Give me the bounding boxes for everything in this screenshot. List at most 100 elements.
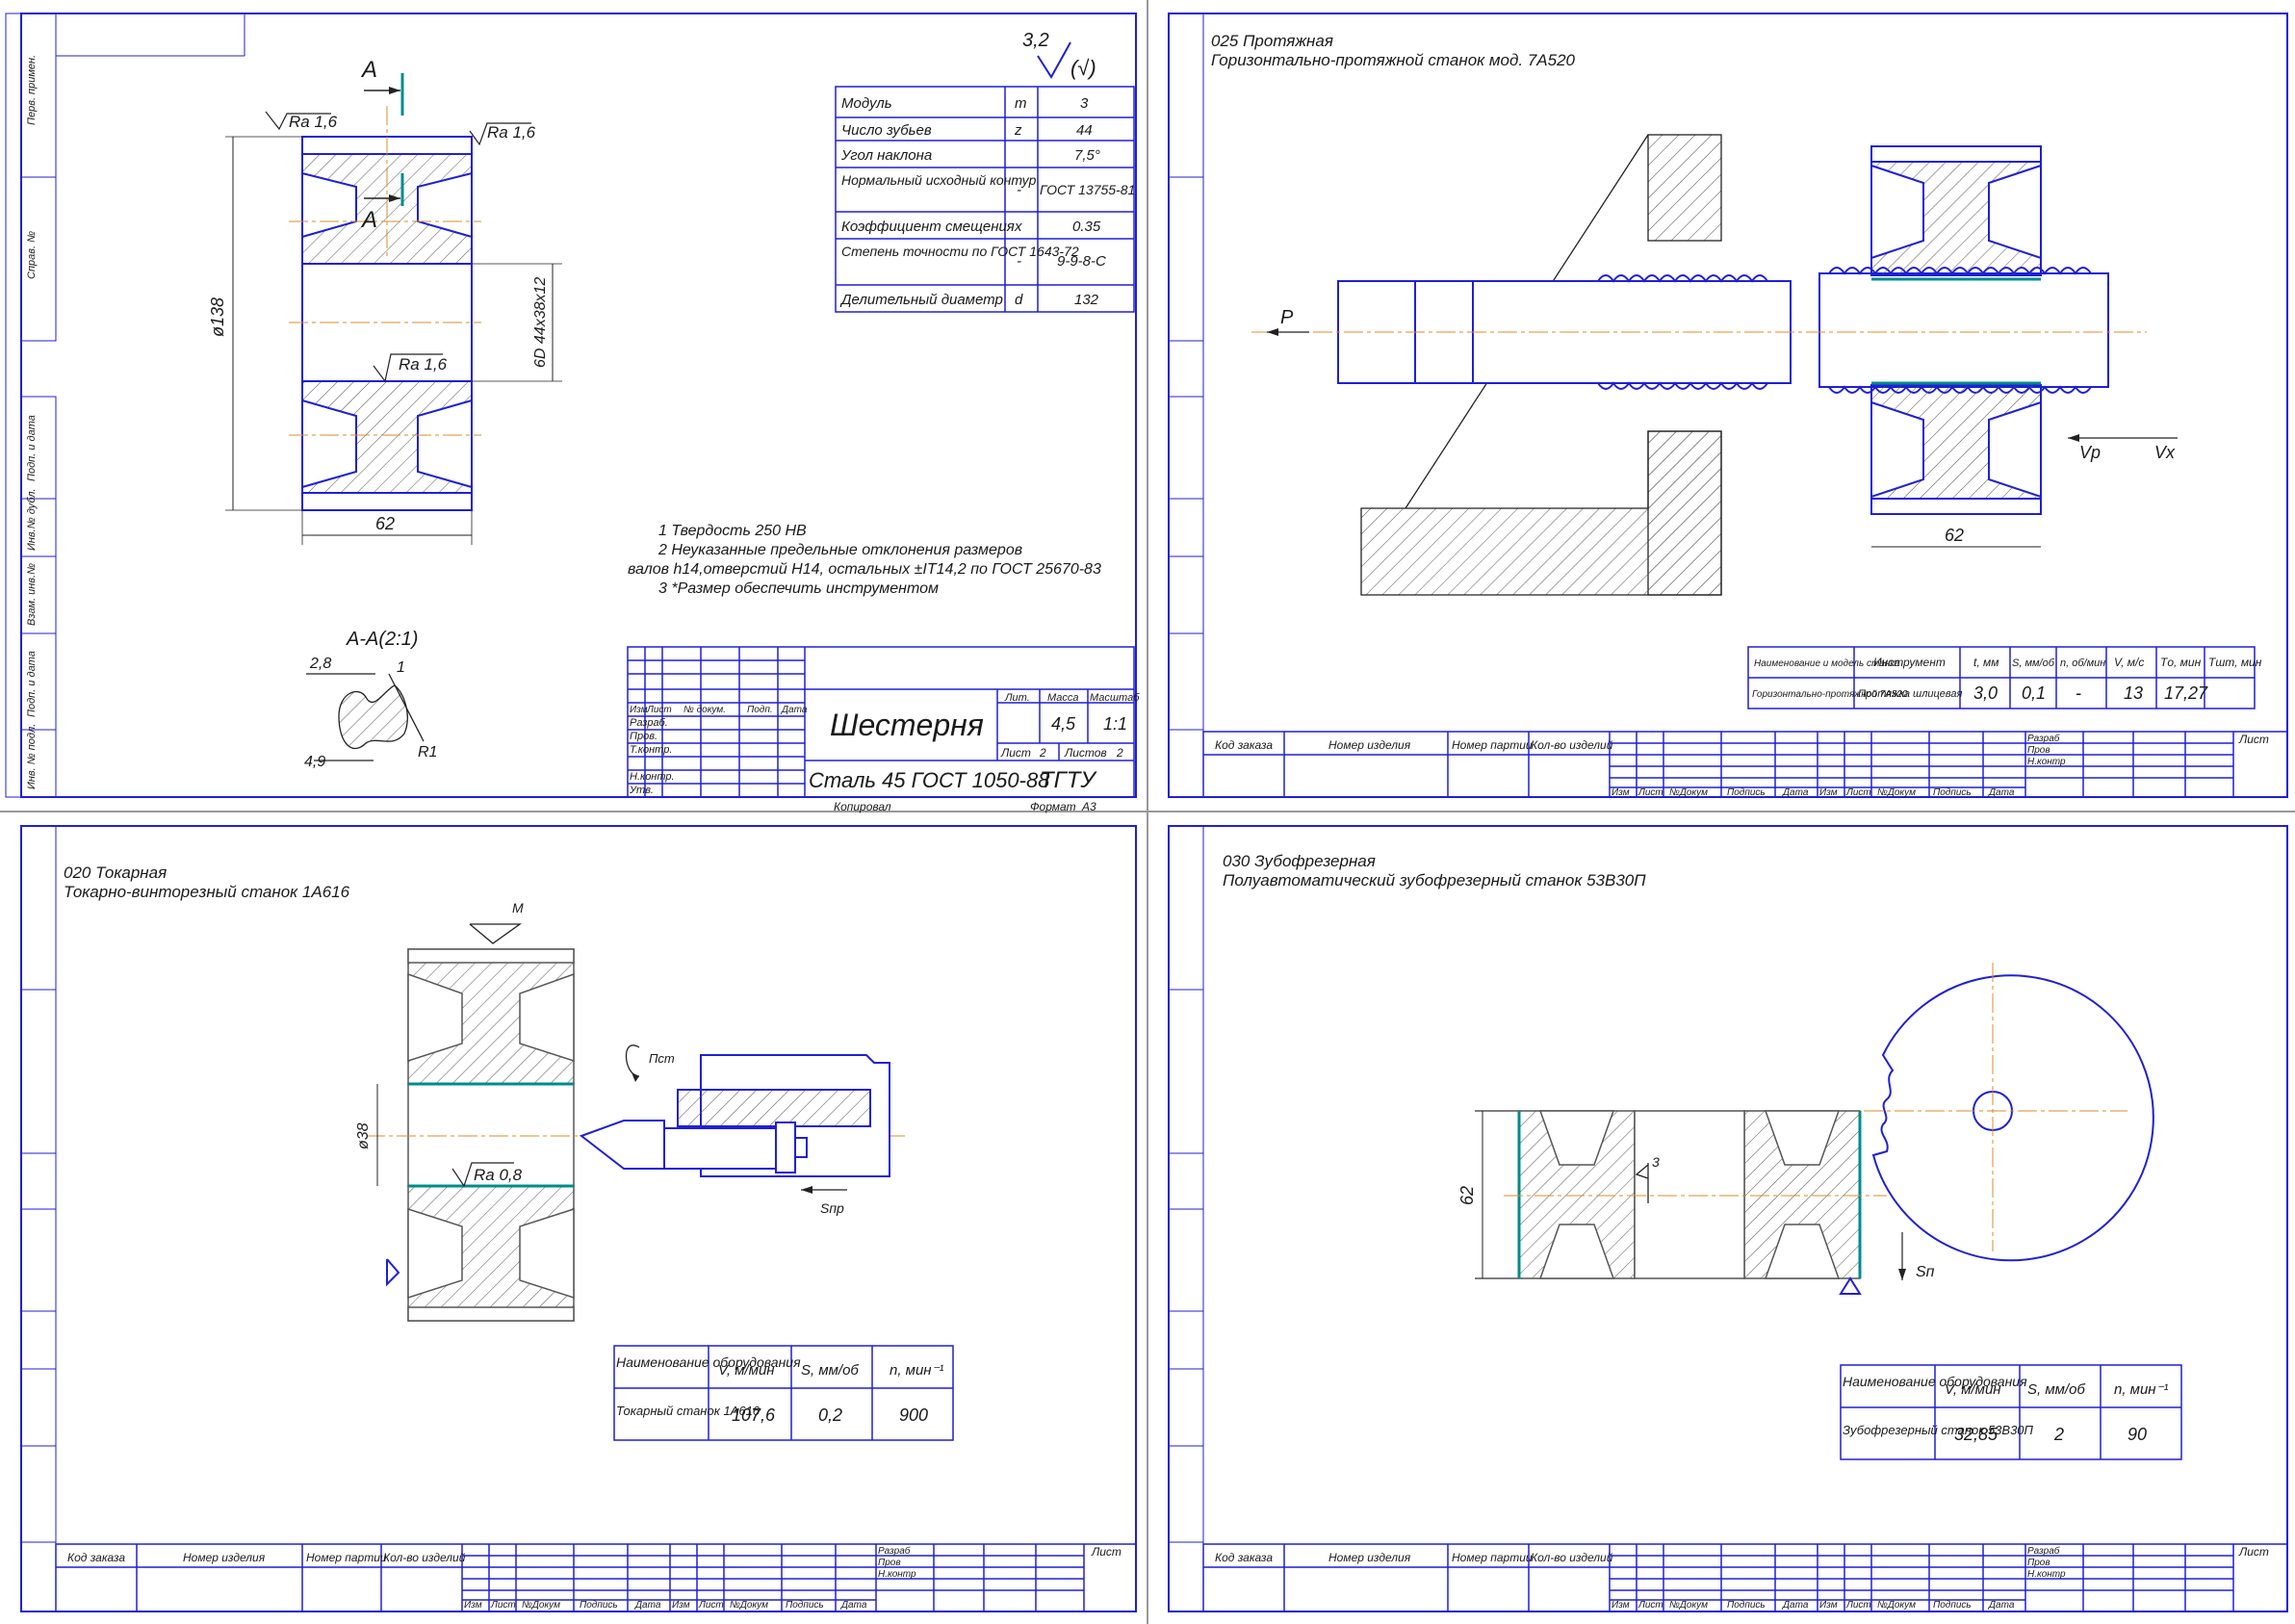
drawing-title: Шестерня [830, 708, 984, 742]
tb-label: Изм [630, 705, 648, 715]
stamp-col: Дата [1782, 1600, 1809, 1611]
stamp-col: Лист [698, 1600, 724, 1611]
stamp-col: Дата [840, 1600, 867, 1611]
table-header: t, мм [1973, 656, 1998, 669]
tb-scale: 1:1 [1103, 714, 1127, 734]
tb-value: А3 [1081, 800, 1096, 813]
tb-mass: 4,5 [1051, 714, 1076, 734]
stamp-label: Лист [1091, 1545, 1122, 1559]
stamp-col: Лист [1637, 787, 1663, 798]
section-mark-a: A [360, 207, 377, 233]
drawing-org: ТГТУ [1040, 767, 1097, 793]
detail-dim: R1 [418, 744, 437, 760]
tb-label: Копировал [834, 800, 891, 813]
table-header: V, м/мин [1945, 1381, 2001, 1398]
drawing-sheet: Перв. примен. Справ. № Подп. и дата Инв.… [0, 0, 2295, 1624]
param-name: Коэффициент смещения [841, 219, 1015, 235]
stamp-col: №Докум [1877, 787, 1916, 798]
table-cell: 3,0 [1973, 683, 1998, 703]
stamp-label: Кол-во изделий [383, 1551, 466, 1564]
stamp-col: Подпись [580, 1600, 618, 1611]
dim-height: 62 [1457, 1186, 1477, 1205]
table-cell: 107,6 [732, 1405, 776, 1425]
table-cell: 90 [2127, 1425, 2147, 1444]
speed-label: Vp [2079, 443, 2101, 462]
stamp-label: Разраб [2027, 1545, 2060, 1557]
param-val: 44 [1076, 122, 1093, 139]
tb-label: Дата [781, 705, 808, 715]
stamp-label: Разраб [2027, 733, 2060, 744]
param-val: 7,5° [1074, 147, 1100, 164]
stamp-col: Изм [1612, 787, 1630, 798]
tb-label: Т.контр. [630, 744, 672, 756]
param-name: Степень точности по ГОСТ 1643-72 [841, 244, 1079, 259]
stamp-col: №Докум [1877, 1600, 1916, 1611]
hob-cutter [1871, 974, 2154, 1262]
param-sym: m [1015, 95, 1027, 112]
table-cell: 900 [899, 1405, 928, 1425]
detail-dim: 4,9 [304, 754, 325, 770]
note-line: валов h14,отверстий H14, остальных ±IT14… [628, 561, 1101, 578]
hobbing-workpieces [1475, 1110, 1861, 1279]
tb-label: Листов [1064, 746, 1107, 760]
table-header: n, об/мин [2060, 657, 2105, 669]
param-val: 9-9-8-С [1057, 253, 1106, 270]
machine-title: Полуавтоматический зубофрезерный станок … [1223, 871, 1646, 889]
section-view-label: A-A(2:1) [346, 629, 418, 650]
stamp-col: Лист [1637, 1600, 1663, 1611]
stamp-label: Лист [2238, 1545, 2269, 1559]
table-cell: 17,27 [2164, 683, 2208, 703]
param-sym: d [1015, 292, 1023, 308]
speed-label: Vx [2154, 443, 2176, 462]
side-label: Подп. и дата [26, 651, 38, 717]
note-line: 2 Неуказанные предельные отклонения разм… [658, 542, 1022, 558]
stamp-label: Пров [2027, 1558, 2050, 1568]
stamp-label: Пров [878, 1558, 901, 1568]
stamp-col: №Докум [522, 1600, 560, 1611]
stamp-col: Подпись [1933, 787, 1972, 798]
drawing-material: Сталь 45 ГОСТ 1050-88 [809, 768, 1050, 792]
param-name: Число зубьев [841, 122, 932, 139]
table-cell: 0,1 [2022, 683, 2046, 703]
param-val: 0.35 [1072, 219, 1101, 235]
table-header: Инструмент [1873, 656, 1946, 669]
stamp-col: Изм [1819, 1600, 1838, 1611]
table-header: Tшт, мин [2208, 656, 2262, 669]
tb-label: Разраб. [630, 717, 668, 729]
roughness-label: Ra 1,6 [289, 113, 338, 131]
stamp-label: Н.контр [2027, 757, 2066, 767]
feed-label: Sпр [820, 1200, 844, 1216]
stamp-col: Подпись [786, 1600, 824, 1611]
section-mark-a: A [360, 57, 377, 83]
table-header: S, мм/об [2012, 657, 2055, 669]
gear-section [289, 106, 481, 511]
stamp-col: Изм [1819, 787, 1838, 798]
stamp-col: Дата [1988, 787, 2015, 798]
force-label: P [1280, 307, 1294, 328]
note-line: 3 *Размер обеспечить инструментом [658, 580, 939, 597]
dim-width: 62 [1945, 526, 1964, 545]
param-name: Модуль [841, 95, 892, 112]
stamp-col: Подпись [1727, 1600, 1766, 1611]
side-label: Взам. инв.№ [26, 563, 38, 626]
note-line: 1 Твердость 250 HB [658, 523, 807, 539]
param-val: ГОСТ 13755-81 [1040, 182, 1135, 197]
roughness-general: 3,2 [1022, 30, 1049, 51]
param-sym: - [1017, 182, 1021, 198]
stamp-label: Н.контр [2027, 1569, 2066, 1580]
stamp-col: Изм [1612, 1600, 1630, 1611]
stamp-label: Лист [2238, 733, 2269, 746]
stamp-col: Лист [1845, 787, 1871, 798]
stamp-label: Кол-во изделий [1531, 1551, 1613, 1564]
roughness-label: Ra 1,6 [399, 355, 448, 374]
table-cell: 0,2 [818, 1405, 842, 1425]
stamp-col: Дата [1988, 1600, 2015, 1611]
stamp-col: Лист [1845, 1600, 1871, 1611]
tb-value: 2 [1039, 746, 1046, 760]
stamp-label: Разраб [878, 1545, 911, 1557]
tb-value: 2 [1116, 746, 1123, 760]
table-cell: - [2076, 683, 2081, 703]
dim-width: 62 [375, 514, 395, 533]
detail-dim: 1 [397, 659, 405, 676]
stamp-col: Подпись [1933, 1600, 1972, 1611]
